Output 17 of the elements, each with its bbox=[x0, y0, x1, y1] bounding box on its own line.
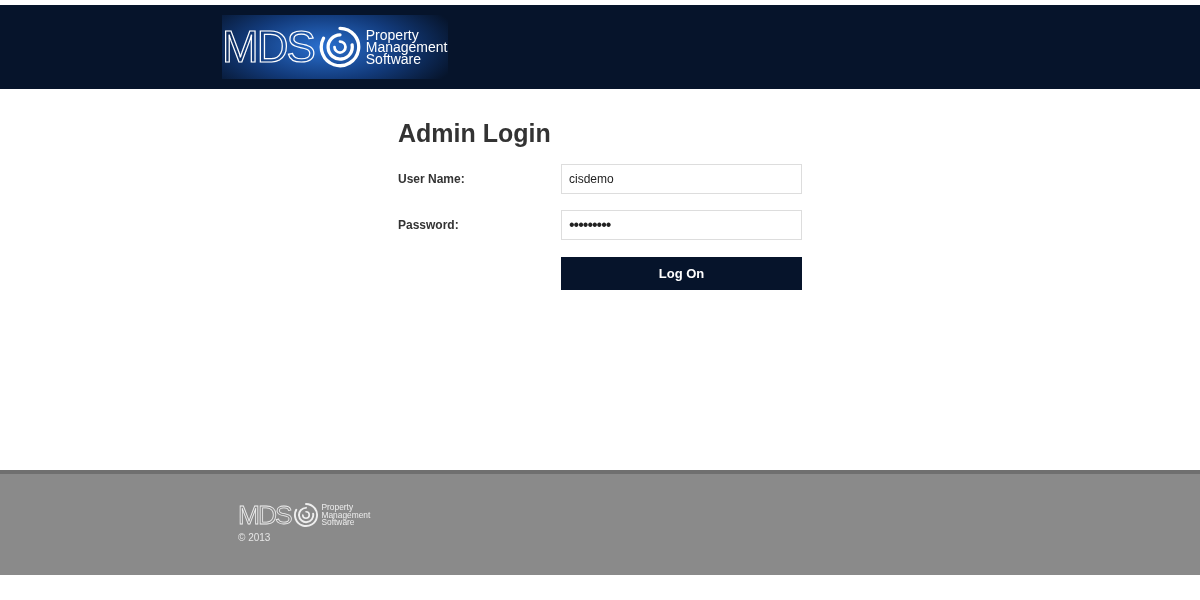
logo-tagline: Software bbox=[365, 53, 422, 65]
logo-tagline: Management bbox=[365, 41, 448, 53]
field-label: Password: bbox=[398, 218, 460, 232]
log-on-button[interactable]: Log On bbox=[561, 257, 802, 290]
logo-wordmark: MDS bbox=[238, 502, 291, 529]
logo-tagline: Management bbox=[321, 511, 371, 519]
field-label: User Name: bbox=[398, 172, 466, 186]
swirl-icon bbox=[317, 25, 362, 69]
logo-tagline: Software bbox=[321, 518, 355, 526]
swirl-icon bbox=[293, 502, 320, 529]
page-title: Admin Login bbox=[398, 119, 552, 148]
copyright-text: © 2013 bbox=[238, 532, 272, 544]
logo-tagline: Property bbox=[321, 504, 354, 512]
logo-wordmark: MDS bbox=[222, 25, 314, 69]
input-field[interactable]: ••••••••• bbox=[561, 210, 802, 240]
input-field[interactable]: cisdemo bbox=[561, 164, 802, 194]
logo-tagline: Property bbox=[365, 29, 419, 41]
